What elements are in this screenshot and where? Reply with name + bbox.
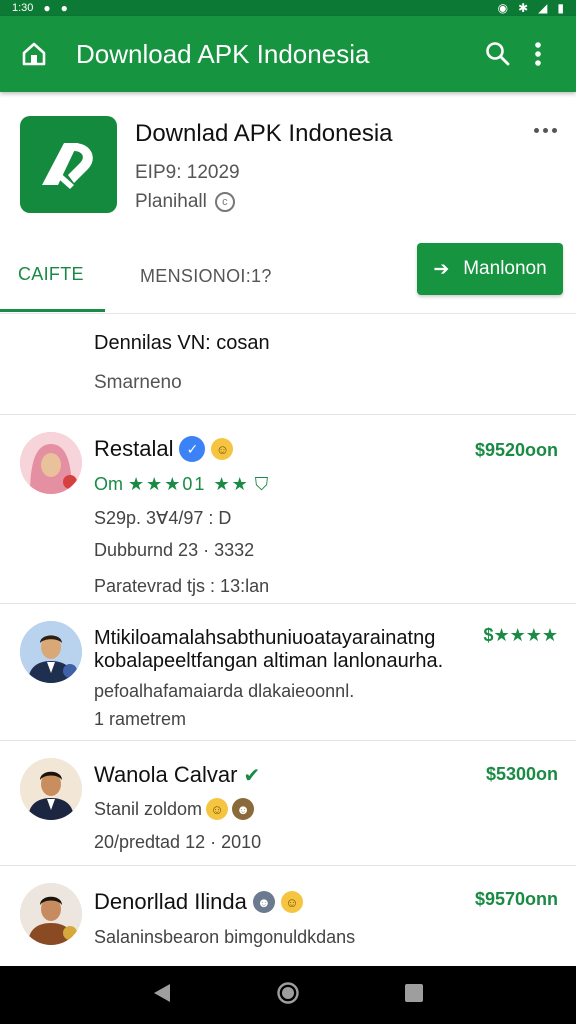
rating-stars: ★★★01 ★★ xyxy=(128,474,250,494)
info-block: Dennilas VN: cosan Smarneno xyxy=(0,315,576,415)
app-version: EIP9: 12029 xyxy=(135,162,240,183)
avatar xyxy=(20,883,82,945)
review-line: Stanil zoldom ☺ ☻ xyxy=(94,798,255,820)
reviewer-name: Denorllad Ilinda xyxy=(94,889,247,914)
notification-icon: ● xyxy=(60,1,68,15)
status-bar: 1:30 ● ● ◉ ✱ ◢ ▮ xyxy=(0,0,576,16)
emoji-icon: ☺ xyxy=(206,798,229,820)
search-icon[interactable] xyxy=(478,34,518,74)
review-line: S29p. 3Ɐ4/97 : D xyxy=(94,508,232,528)
download-button-label: Manlonon xyxy=(463,258,547,279)
app-logo xyxy=(20,116,117,213)
app-bar: Download APK Indonesia xyxy=(0,16,576,92)
avatar xyxy=(20,432,82,494)
rating-stars: $★★★★ xyxy=(483,625,558,645)
home-circle-icon[interactable] xyxy=(276,981,300,1010)
shield-icon: ⛉ xyxy=(254,474,269,494)
status-time: 1:30 xyxy=(12,2,34,14)
app-developer-label: Planihall xyxy=(135,191,207,212)
review-line: Salaninsbearon bimgonuldkdans xyxy=(94,927,356,947)
back-icon[interactable] xyxy=(152,982,172,1009)
review-line: 20/predtad 12 · 2010 xyxy=(94,832,262,852)
verified-icon: ✔ xyxy=(243,764,261,787)
list-item[interactable]: Restalal ✓ ☺ Om ★★★01 ★★ ⛉ S29p. 3Ɐ4/97 … xyxy=(0,416,576,604)
recents-icon[interactable] xyxy=(404,983,424,1008)
battery-icon: ▮ xyxy=(557,1,564,15)
reviewer-name-row: Wanola Calvar ✔ xyxy=(94,762,260,788)
emoji-icon: ☺ xyxy=(280,891,303,913)
review-text: Mtikiloamalahsabthuniuoatayarainatng xyxy=(94,627,436,649)
nav-bar xyxy=(0,966,576,1024)
rating-text: Om xyxy=(94,474,123,494)
reviewer-name-row: Restalal ✓ ☺ xyxy=(94,436,234,462)
info-title: Dennilas VN: cosan xyxy=(94,332,270,354)
reviewer-name: Restalal xyxy=(94,436,174,461)
list-item[interactable]: Denorllad Ilinda ☻ ☺ Salaninsbearon bimg… xyxy=(0,867,576,966)
price-label: $5300on xyxy=(485,764,558,784)
list-item[interactable]: Mtikiloamalahsabthuniuoatayarainatng kob… xyxy=(0,605,576,741)
more-vert-icon[interactable] xyxy=(518,34,558,74)
app-bar-title: Download APK Indonesia xyxy=(76,38,370,69)
reviewer-name-row: Denorllad Ilinda ☻ ☺ xyxy=(94,889,303,915)
bluetooth-icon: ✱ xyxy=(518,1,529,15)
rating-row: Om ★★★01 ★★ ⛉ xyxy=(94,474,268,495)
download-icon: ➔ xyxy=(433,258,450,280)
verified-icon: ✓ xyxy=(179,436,206,462)
review-line-text: Stanil zoldom xyxy=(94,798,203,819)
review-text: kobalapeeltfangan altiman lanlonaurha. xyxy=(94,650,444,672)
avatar xyxy=(20,621,82,683)
tab-active[interactable]: CAIFTE xyxy=(0,240,105,312)
home-icon[interactable] xyxy=(18,38,50,70)
review-line: pefoalhafamaiarda dlakaieoonnl. xyxy=(94,681,355,701)
list-item[interactable]: Wanola Calvar ✔ Stanil zoldom ☺ ☻ 20/pre… xyxy=(0,742,576,866)
tab-inactive[interactable]: MENSIONOI:1? xyxy=(140,240,272,312)
download-button[interactable]: ➔ Manlonon xyxy=(417,243,563,295)
review-line: Paratevrad tjs : 13:lan xyxy=(94,576,270,596)
info-circle-icon[interactable]: c xyxy=(214,192,235,212)
reviewer-name: Wanola Calvar xyxy=(94,762,238,787)
info-subtitle: Smarneno xyxy=(94,372,182,393)
more-horiz-icon[interactable] xyxy=(530,122,560,138)
app-header: Downlad APK Indonesia EIP9: 12029 Planih… xyxy=(0,92,576,240)
notification-icon: ● xyxy=(43,1,51,15)
avatar xyxy=(20,758,82,820)
location-icon: ◉ xyxy=(497,1,509,15)
emoji-icon: ☻ xyxy=(232,798,255,820)
emoji-icon: ☺ xyxy=(211,438,234,460)
price-label: $9520oon xyxy=(474,440,558,460)
review-line: 1 rametrem xyxy=(94,709,187,729)
app-name: Downlad APK Indonesia xyxy=(135,120,393,147)
review-line: Dubburnd 23 · 3332 xyxy=(94,540,255,560)
signal-icon: ◢ xyxy=(538,1,548,15)
price-label: $9570onn xyxy=(474,889,558,909)
app-developer: Planihall c xyxy=(135,191,235,213)
tab-bar: CAIFTE MENSIONOI:1? ➔ Manlonon xyxy=(0,240,576,314)
emoji-icon: ☻ xyxy=(252,891,275,913)
